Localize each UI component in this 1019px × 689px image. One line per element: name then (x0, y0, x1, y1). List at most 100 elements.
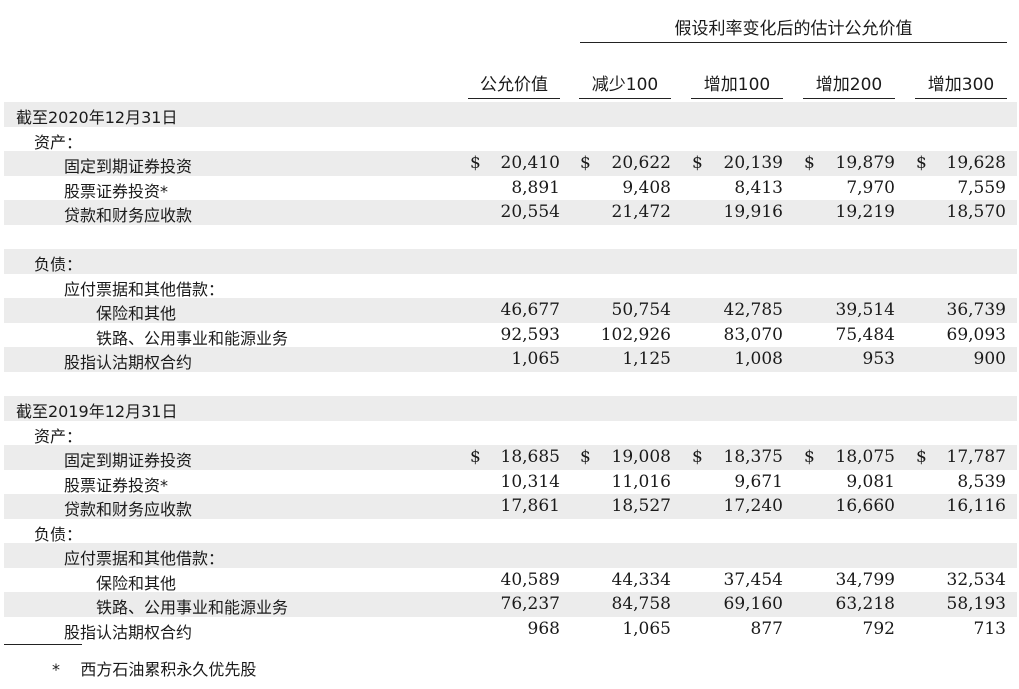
table-row: 资产： (4, 127, 1017, 152)
cell-value: 40,589 (500, 569, 560, 590)
row-label: 负债： (34, 255, 83, 274)
currency-symbol: $ (580, 153, 591, 173)
cell-value: 34,799 (835, 569, 895, 590)
cell-value: 11,016 (611, 471, 671, 492)
cell-value: 9,408 (622, 177, 671, 198)
cell-value: 18,570 (946, 202, 1006, 222)
column-header: 增加200 (803, 70, 895, 99)
cell-value: 16,660 (835, 496, 895, 516)
footnote-text: 西方石油累积永久优先股 (80, 660, 257, 679)
row-label: 资产： (34, 426, 83, 446)
cell-value: 20,410 (500, 153, 560, 173)
cell-value: 8,891 (511, 177, 560, 198)
cell-value: 17,240 (723, 496, 783, 516)
table-row: 负债： (4, 249, 1017, 274)
row-label: 保险和其他 (96, 573, 177, 593)
currency-symbol: $ (804, 447, 815, 467)
table-row (4, 225, 1017, 250)
row-label: 资产： (34, 132, 83, 152)
currency-symbol: $ (692, 153, 703, 173)
table-row: 股指认沽期权合约 1,065 1,125 1,008 953 900 (4, 347, 1017, 372)
column-header: 减少100 (579, 70, 671, 99)
cell-value: 42,785 (723, 300, 783, 320)
cell-value: 713 (973, 618, 1006, 639)
cell-value: 21,472 (611, 202, 671, 222)
footnote-divider (4, 644, 82, 645)
row-label: 贷款和财务应收款 (64, 500, 193, 519)
column-header: 增加100 (691, 70, 783, 99)
row-label: 贷款和财务应收款 (64, 206, 193, 225)
table-row: 保险和其他 46,677 50,754 42,785 39,514 36,739 (4, 298, 1017, 323)
column-header: 增加300 (915, 70, 1007, 99)
cell-value: 76,237 (500, 594, 560, 614)
cell-value: 39,514 (835, 300, 895, 320)
table-row: 截至2020年12月31日 (4, 102, 1017, 127)
cell-value: 1,008 (734, 349, 783, 369)
cell-value: 8,539 (957, 471, 1006, 492)
cell-value: 84,758 (611, 594, 671, 614)
cell-value: 20,622 (611, 153, 671, 173)
table-row: 贷款和财务应收款 20,554 21,472 19,916 19,219 18,570 (4, 200, 1017, 225)
cell-value: 19,008 (611, 447, 671, 467)
cell-value: 19,916 (723, 202, 783, 222)
row-label: 铁路、公用事业和能源业务 (96, 598, 289, 617)
row-label: 股票证券投资* (64, 475, 169, 495)
row-label: 负债： (34, 524, 83, 544)
cell-value: 1,065 (622, 618, 671, 639)
cell-value: 10,314 (500, 471, 560, 492)
column-header: 公允价值 (468, 70, 560, 99)
cell-value: 92,593 (500, 324, 560, 345)
cell-value: 1,065 (511, 349, 560, 369)
cell-value: 18,075 (835, 447, 895, 467)
cell-value: 18,685 (500, 447, 560, 467)
cell-value: 9,081 (846, 471, 895, 492)
cell-value: 8,413 (734, 177, 783, 198)
row-label: 保险和其他 (96, 304, 177, 323)
row-label: 固定到期证券投资 (64, 157, 193, 176)
table-row: 截至2019年12月31日 (4, 396, 1017, 421)
table-row: 保险和其他 40,589 44,334 37,454 34,799 32,534 (4, 568, 1017, 593)
row-label: 截至2020年12月31日 (16, 108, 178, 127)
cell-value: 37,454 (723, 569, 783, 590)
table-row: 铁路、公用事业和能源业务 76,237 84,758 69,160 63,218 58,1… (4, 592, 1017, 617)
row-label: 股指认沽期权合约 (64, 622, 193, 642)
cell-value: 968 (527, 618, 560, 639)
cell-value: 953 (862, 349, 895, 369)
table-row: 股票证券投资* 10,314 11,016 9,671 9,081 8,539 (4, 470, 1017, 495)
cell-value: 75,484 (835, 324, 895, 345)
cell-value: 102,926 (600, 324, 671, 345)
row-label: 股指认沽期权合约 (64, 353, 193, 372)
cell-value: 20,139 (723, 153, 783, 173)
cell-value: 20,554 (500, 202, 560, 222)
table-row: 铁路、公用事业和能源业务 92,593 102,926 83,070 75,484 69,… (4, 323, 1017, 348)
currency-symbol: $ (692, 447, 703, 467)
super-header: 假设利率变化后的估计公允价值 (580, 14, 1007, 43)
cell-value: 36,739 (946, 300, 1006, 320)
table-row: 应付票据和其他借款： (4, 274, 1017, 299)
cell-value: 32,534 (946, 569, 1006, 590)
cell-value: 18,375 (723, 447, 783, 467)
table-row: 应付票据和其他借款： (4, 543, 1017, 568)
cell-value: 877 (750, 618, 783, 639)
cell-value: 46,677 (500, 300, 560, 320)
footnote-marker: * (52, 660, 60, 679)
currency-symbol: $ (916, 153, 927, 173)
table-row: 贷款和财务应收款 17,861 18,527 17,240 16,660 16,116 (4, 494, 1017, 519)
table-row: 固定到期证券投资 $20,410 $20,622 $20,139 $19,879 $19,… (4, 151, 1017, 176)
cell-value: 50,754 (611, 300, 671, 320)
table-row: 股指认沽期权合约 968 1,065 877 792 713 (4, 617, 1017, 642)
cell-value: 1,125 (622, 349, 671, 369)
currency-symbol: $ (916, 447, 927, 467)
row-label: 应付票据和其他借款： (64, 549, 225, 568)
table-row: 股票证券投资* 8,891 9,408 8,413 7,970 7,559 (4, 176, 1017, 201)
currency-symbol: $ (804, 153, 815, 173)
cell-value: 69,093 (946, 324, 1006, 345)
cell-value: 17,787 (946, 447, 1006, 467)
cell-value: 9,671 (734, 471, 783, 492)
cell-value: 7,970 (846, 177, 895, 198)
cell-value: 19,219 (835, 202, 895, 222)
cell-value: 16,116 (946, 496, 1006, 516)
table-row: 负债： (4, 519, 1017, 544)
cell-value: 69,160 (723, 594, 783, 614)
cell-value: 19,628 (946, 153, 1006, 173)
